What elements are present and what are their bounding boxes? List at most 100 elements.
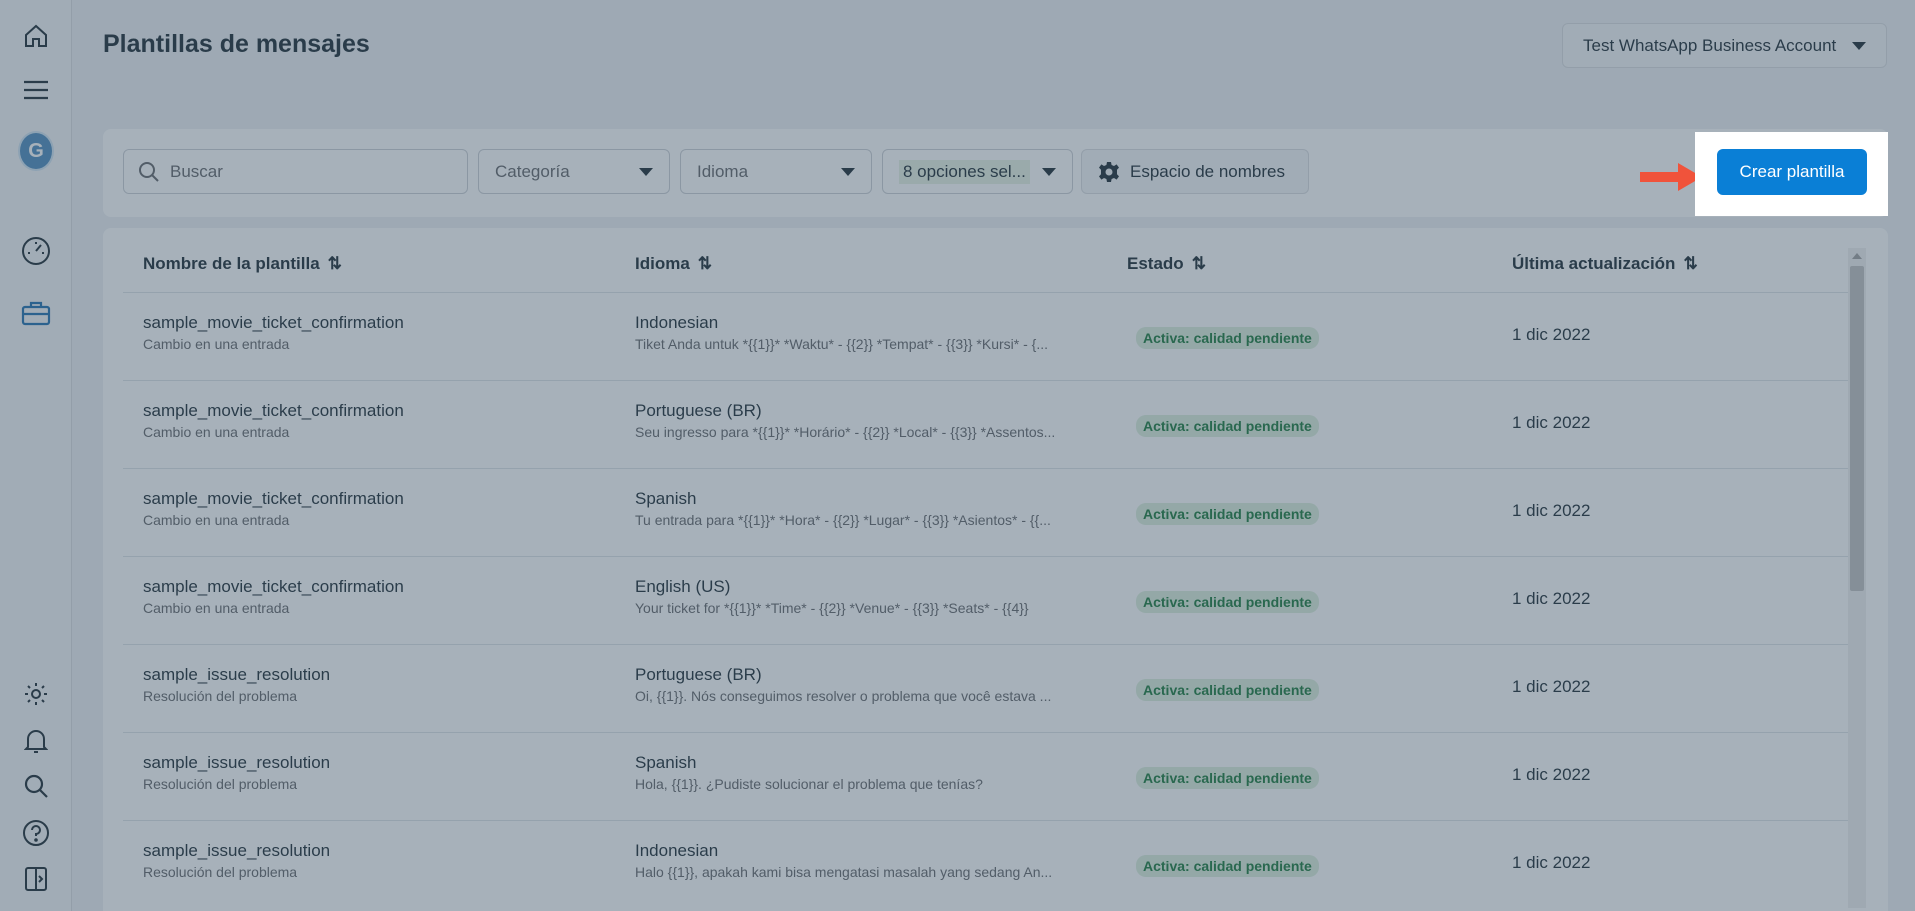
updated-date: 1 dic 2022	[1512, 325, 1591, 344]
sort-icon: ⇅	[697, 254, 713, 273]
table-header: Nombre de la plantilla ⇅ Idioma ⇅ Estado…	[123, 254, 1843, 294]
chevron-down-icon	[1042, 167, 1056, 176]
table-row[interactable]: sample_issue_resolution Resolución del pr…	[123, 732, 1848, 820]
search-input[interactable]	[170, 161, 450, 182]
menu-icon[interactable]	[18, 72, 54, 108]
template-language: Indonesian	[635, 313, 719, 332]
scroll-up-icon[interactable]	[1852, 253, 1862, 259]
left-rail: G	[0, 0, 72, 911]
template-category: Cambio en una entrada	[143, 336, 290, 352]
arrow-right-icon	[1640, 163, 1702, 191]
col-header-name-label: Nombre de la plantilla	[143, 254, 320, 273]
table-row[interactable]: sample_movie_ticket_confirmation Cambio e…	[123, 556, 1848, 644]
template-preview: Tu entrada para *{{1}}* *Hora* - {{2}} *…	[635, 512, 1051, 528]
home-icon[interactable]	[18, 18, 54, 54]
status-badge: Activa: calidad pendiente	[1136, 327, 1319, 349]
template-preview: Hola, {{1}}. ¿Pudiste solucionar el prob…	[635, 776, 983, 792]
app-root: G Plantillas de mensajes Test WhatsApp B…	[0, 0, 1915, 911]
table-row[interactable]: sample_movie_ticket_confirmation Cambio e…	[123, 468, 1848, 556]
col-header-language[interactable]: Idioma ⇅	[635, 254, 712, 274]
search-icon	[139, 161, 159, 182]
template-category: Cambio en una entrada	[143, 512, 290, 528]
dashboard-icon[interactable]	[18, 233, 54, 269]
table-row[interactable]: sample_movie_ticket_confirmation Cambio e…	[123, 292, 1848, 380]
status-badge: Activa: calidad pendiente	[1136, 415, 1319, 437]
search-box[interactable]	[123, 149, 468, 194]
bell-icon[interactable]	[18, 723, 54, 759]
scroll-thumb[interactable]	[1850, 266, 1864, 591]
gear-icon	[1099, 161, 1119, 182]
col-header-name[interactable]: Nombre de la plantilla ⇅	[143, 254, 342, 274]
template-preview: Your ticket for *{{1}}* *Time* - {{2}} *…	[635, 600, 1029, 616]
gear-icon[interactable]	[18, 676, 54, 712]
status-filter-label: 8 opciones sel...	[899, 159, 1030, 184]
template-language: Spanish	[635, 489, 697, 508]
template-language: Indonesian	[635, 841, 719, 860]
scrollbar[interactable]	[1848, 248, 1866, 908]
status-badge: Activa: calidad pendiente	[1136, 679, 1319, 701]
status-badge: Activa: calidad pendiente	[1136, 855, 1319, 877]
template-name: sample_issue_resolution	[143, 753, 331, 772]
col-header-status-label: Estado	[1127, 254, 1184, 273]
template-name: sample_movie_ticket_confirmation	[143, 489, 404, 508]
create-highlight: Crear plantilla	[1695, 132, 1888, 216]
col-header-language-label: Idioma	[635, 254, 690, 273]
account-label: Test WhatsApp Business Account	[1583, 35, 1837, 55]
account-selector[interactable]: Test WhatsApp Business Account	[1562, 23, 1887, 68]
sort-icon: ⇅	[327, 254, 342, 273]
help-icon[interactable]	[18, 815, 54, 851]
status-badge: Activa: calidad pendiente	[1136, 767, 1319, 789]
updated-date: 1 dic 2022	[1512, 589, 1591, 608]
updated-date: 1 dic 2022	[1512, 677, 1591, 696]
briefcase-icon[interactable]	[18, 295, 54, 331]
category-dropdown[interactable]: Categoría	[478, 149, 670, 194]
template-language: English (US)	[635, 577, 731, 596]
table-row[interactable]: sample_issue_resolution Resolución del pr…	[123, 820, 1848, 908]
templates-table: Nombre de la plantilla ⇅ Idioma ⇅ Estado…	[103, 228, 1888, 911]
sort-icon: ⇅	[1191, 254, 1206, 273]
template-language: Portuguese (BR)	[635, 401, 762, 420]
col-header-status[interactable]: Estado ⇅	[1127, 254, 1206, 274]
language-dropdown[interactable]: Idioma	[680, 149, 872, 194]
template-category: Resolución del problema	[143, 776, 298, 792]
col-header-updated[interactable]: Última actualización ⇅	[1512, 254, 1698, 274]
template-category: Cambio en una entrada	[143, 424, 290, 440]
table-row[interactable]: sample_movie_ticket_confirmation Cambio e…	[123, 380, 1848, 468]
template-category: Resolución del problema	[143, 864, 298, 880]
template-preview: Oi, {{1}}. Nós conseguimos resolver o pr…	[635, 688, 1052, 704]
avatar-letter: G	[18, 131, 54, 171]
create-template-button[interactable]: Crear plantilla	[1717, 149, 1867, 195]
template-preview: Seu ingresso para *{{1}}* *Horário* - {{…	[635, 424, 1056, 440]
status-dropdown[interactable]: 8 opciones sel...	[882, 149, 1073, 194]
template-category: Resolución del problema	[143, 688, 298, 704]
template-preview: Tiket Anda untuk *{{1}}* *Waktu* - {{2}}…	[635, 336, 1049, 352]
template-name: sample_issue_resolution	[143, 665, 331, 684]
updated-date: 1 dic 2022	[1512, 501, 1591, 520]
avatar[interactable]: G	[18, 131, 54, 171]
search-icon[interactable]	[18, 768, 54, 804]
template-preview: Halo {{1}}, apakah kami bisa mengatasi m…	[635, 864, 1053, 880]
template-category: Cambio en una entrada	[143, 600, 290, 616]
updated-date: 1 dic 2022	[1512, 413, 1591, 432]
template-name: sample_movie_ticket_confirmation	[143, 401, 404, 420]
template-name: sample_movie_ticket_confirmation	[143, 577, 404, 596]
status-badge: Activa: calidad pendiente	[1136, 503, 1319, 525]
namespace-button[interactable]: Espacio de nombres	[1081, 149, 1309, 194]
updated-date: 1 dic 2022	[1512, 765, 1591, 784]
filter-bar: Categoría Idioma 8 opciones sel... Espac…	[103, 129, 1888, 217]
language-label: Idioma	[697, 161, 749, 181]
namespace-label: Espacio de nombres	[1130, 161, 1285, 181]
chevron-down-icon	[1852, 41, 1866, 50]
updated-date: 1 dic 2022	[1512, 853, 1591, 872]
chevron-down-icon	[841, 167, 855, 176]
template-language: Spanish	[635, 753, 697, 772]
table-row[interactable]: sample_issue_resolution Resolución del pr…	[123, 644, 1848, 732]
template-language: Portuguese (BR)	[635, 665, 762, 684]
template-name: sample_movie_ticket_confirmation	[143, 313, 404, 332]
category-label: Categoría	[495, 161, 570, 181]
sidebar-toggle-icon[interactable]	[18, 861, 54, 897]
sort-icon: ⇅	[1683, 254, 1698, 273]
chevron-down-icon	[639, 167, 653, 176]
template-name: sample_issue_resolution	[143, 841, 331, 860]
col-header-updated-label: Última actualización	[1512, 254, 1676, 273]
